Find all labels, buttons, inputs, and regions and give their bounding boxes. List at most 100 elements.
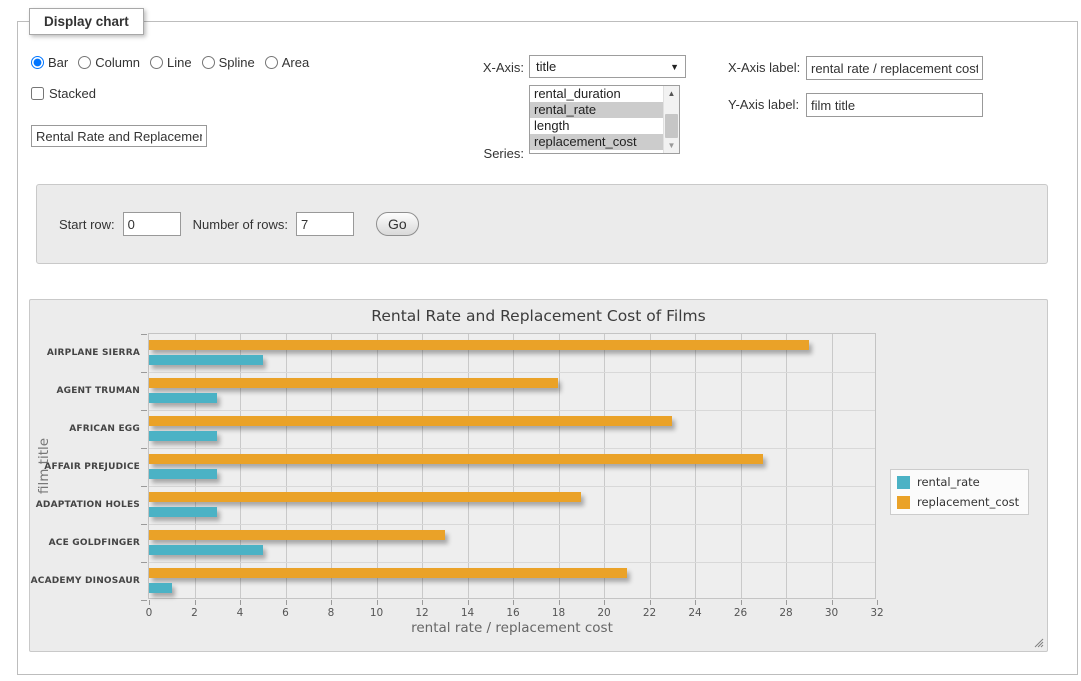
x-tick-mark [240, 600, 241, 605]
chart-title-input[interactable] [31, 125, 207, 147]
x-tick-mark [377, 600, 378, 605]
radio-label: Spline [219, 55, 255, 70]
x-tick-mark [513, 600, 514, 605]
x-tick-mark [695, 600, 696, 605]
x-tick-mark [195, 600, 196, 605]
stacked-label: Stacked [49, 86, 96, 101]
legend-label: rental_rate [917, 475, 980, 489]
y-tick-mark [141, 372, 147, 373]
bar-rental_rate [149, 393, 217, 403]
x-tick-label: 8 [318, 607, 344, 619]
radio-input-column[interactable] [78, 56, 91, 69]
start-row-input[interactable] [123, 212, 181, 236]
chart-x-axis-title: rental rate / replacement cost [148, 620, 876, 636]
gridline-vertical [832, 334, 833, 598]
scroll-down-icon[interactable]: ▼ [664, 138, 679, 153]
chart-type-radio-group: Bar Column Line Spline Area [31, 53, 315, 71]
number-of-rows-input[interactable] [296, 212, 354, 236]
gridline-vertical [377, 334, 378, 598]
bar-rental_rate [149, 431, 217, 441]
x-axis-selected-value: title [536, 59, 670, 74]
series-list-scrollbar[interactable]: ▲ ▼ [663, 86, 679, 153]
gridline-vertical [741, 334, 742, 598]
resize-grip-icon[interactable] [1032, 636, 1044, 648]
legend-label: replacement_cost [917, 495, 1019, 509]
chart-type-radio-area[interactable]: Area [265, 55, 309, 70]
gridline-vertical [195, 334, 196, 598]
y-tick-mark [141, 410, 147, 411]
fieldset-legend: Display chart [29, 8, 144, 35]
y-category-label: AFFAIR PREJUDICE [20, 462, 140, 472]
radio-label: Area [282, 55, 309, 70]
radio-label: Line [167, 55, 192, 70]
x-tick-label: 26 [728, 607, 754, 619]
gridline-vertical [331, 334, 332, 598]
x-tick-mark [331, 600, 332, 605]
gridline-horizontal [149, 486, 875, 487]
chart-type-radio-bar[interactable]: Bar [31, 55, 68, 70]
x-tick-mark [650, 600, 651, 605]
x-tick-label: 16 [500, 607, 526, 619]
gridline-vertical [650, 334, 651, 598]
stacked-checkbox[interactable] [31, 87, 44, 100]
x-tick-mark [422, 600, 423, 605]
series-listbox[interactable]: rental_durationrental_ratelengthreplacem… [529, 85, 680, 154]
x-tick-mark [286, 600, 287, 605]
plot-area: 02468101214161820222426283032AIRPLANE SI… [148, 333, 876, 599]
x-tick-mark [832, 600, 833, 605]
y-tick-mark [141, 334, 147, 335]
y-category-label: ACE GOLDFINGER [20, 538, 140, 548]
gridline-horizontal [149, 448, 875, 449]
x-tick-mark [604, 600, 605, 605]
x-tick-mark [741, 600, 742, 605]
series-option-rental_rate[interactable]: rental_rate [530, 102, 663, 118]
bar-replacement_cost [149, 568, 627, 578]
bar-replacement_cost [149, 416, 672, 426]
legend-swatch [897, 496, 910, 509]
bar-rental_rate [149, 545, 263, 555]
display-chart-fieldset: Display chart BarColumnLineSplineArea St… [17, 21, 1078, 675]
y-category-label: ACADEMY DINOSAUR [20, 576, 140, 586]
chart-type-radio-line[interactable]: Line [150, 55, 192, 70]
series-option-replacement_cost[interactable]: replacement_cost [530, 134, 663, 150]
y-tick-mark [141, 448, 147, 449]
x-axis-select[interactable]: title ▼ [529, 55, 686, 78]
y-axis-label-input[interactable] [806, 93, 983, 117]
x-tick-mark [786, 600, 787, 605]
scroll-up-icon[interactable]: ▲ [664, 86, 679, 101]
gridline-vertical [240, 334, 241, 598]
radio-input-line[interactable] [150, 56, 163, 69]
gridline-vertical [286, 334, 287, 598]
x-tick-label: 20 [591, 607, 617, 619]
chart-container: Rental Rate and Replacement Cost of Film… [29, 299, 1048, 652]
go-button[interactable]: Go [376, 212, 419, 236]
bar-replacement_cost [149, 454, 763, 464]
x-tick-label: 30 [819, 607, 845, 619]
series-option-rental_duration[interactable]: rental_duration [530, 86, 663, 102]
y-tick-mark [141, 486, 147, 487]
chart-type-radio-column[interactable]: Column [78, 55, 140, 70]
scrollbar-thumb[interactable] [665, 114, 678, 138]
x-tick-mark [149, 600, 150, 605]
gridline-horizontal [149, 410, 875, 411]
radio-input-bar[interactable] [31, 56, 44, 69]
radio-input-area[interactable] [265, 56, 278, 69]
x-tick-label: 2 [182, 607, 208, 619]
gridline-vertical [786, 334, 787, 598]
number-of-rows-label: Number of rows: [193, 217, 288, 232]
bar-rental_rate [149, 469, 217, 479]
radio-label: Bar [48, 55, 68, 70]
series-option-length[interactable]: length [530, 118, 663, 134]
start-row-label: Start row: [59, 217, 115, 232]
x-tick-label: 32 [864, 607, 890, 619]
x-axis-label-input[interactable] [806, 56, 983, 80]
y-category-label: AGENT TRUMAN [20, 386, 140, 396]
x-tick-label: 28 [773, 607, 799, 619]
x-axis-select-label: X-Axis: [476, 60, 524, 75]
radio-label: Column [95, 55, 140, 70]
radio-input-spline[interactable] [202, 56, 215, 69]
chart-type-radio-spline[interactable]: Spline [202, 55, 255, 70]
x-tick-label: 12 [409, 607, 435, 619]
chart-title: Rental Rate and Replacement Cost of Film… [30, 307, 1047, 325]
gridline-vertical [468, 334, 469, 598]
